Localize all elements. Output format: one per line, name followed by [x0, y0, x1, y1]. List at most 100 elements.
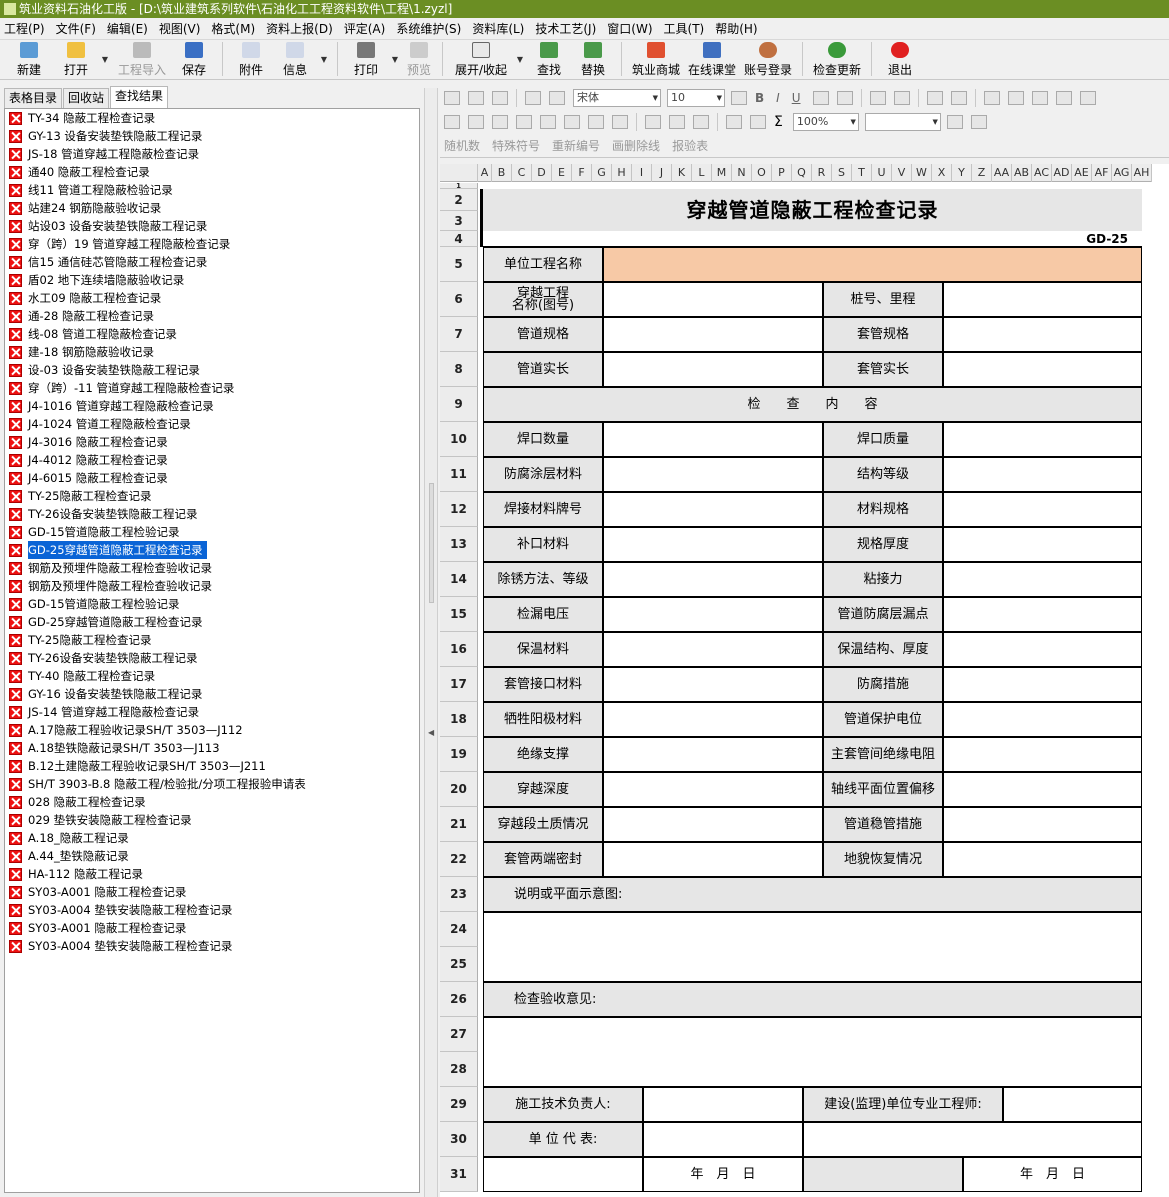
row-header-cell[interactable]: 25: [440, 947, 478, 982]
list-item[interactable]: SY03-A001 隐蔽工程检查记录: [5, 919, 419, 937]
menu-item[interactable]: 视图(V): [159, 20, 201, 37]
account-login-button[interactable]: 账号登录: [740, 40, 796, 78]
list-item[interactable]: 盾02 地下连续墙隐蔽验收记录: [5, 271, 419, 289]
plus-icon[interactable]: [869, 91, 886, 105]
column-header-cell[interactable]: C: [512, 164, 532, 182]
open-dropdown-arrow[interactable]: ▼: [98, 40, 112, 78]
row-header-cell[interactable]: 12: [440, 492, 478, 527]
border-style-select[interactable]: [864, 113, 941, 131]
spreadsheet[interactable]: A B C D E F G H I J K L M N O P Q R S T U V W X Y Z AA AB AC AD AE AF AG…: [440, 164, 1169, 1197]
form-field[interactable]: [603, 527, 823, 562]
list-item[interactable]: J4-1016 管道穿越工程隐蔽检查记录: [5, 397, 419, 415]
row-header-cell[interactable]: 28: [440, 1052, 478, 1087]
superscript-icon[interactable]: [926, 91, 943, 105]
column-header-cell[interactable]: R: [812, 164, 832, 182]
row-header-cell[interactable]: 10: [440, 422, 478, 457]
menu-item[interactable]: 系统维护(S): [396, 20, 461, 37]
tab-search-results[interactable]: 查找结果: [110, 86, 169, 108]
list-item[interactable]: 028 隐蔽工程检查记录: [5, 793, 419, 811]
list-item[interactable]: TY-25隐蔽工程检查记录: [5, 631, 419, 649]
lock-icon[interactable]: [612, 115, 628, 129]
table-icon[interactable]: [492, 115, 508, 129]
row-header-cell[interactable]: 11: [440, 457, 478, 492]
column-header-cell[interactable]: K: [672, 164, 692, 182]
column-header-cell[interactable]: Z: [972, 164, 992, 182]
delete-row-icon[interactable]: [564, 115, 580, 129]
list-item[interactable]: 建-18 钢筋隐蔽验收记录: [5, 343, 419, 361]
row-header-cell[interactable]: 14: [440, 562, 478, 597]
form-field[interactable]: [943, 422, 1142, 457]
date-mid-blank[interactable]: [803, 1157, 963, 1192]
menu-item[interactable]: 文件(F): [56, 20, 96, 37]
check-update-button[interactable]: 检查更新: [809, 40, 865, 78]
open-button[interactable]: 打开: [54, 40, 98, 78]
date-left-blank[interactable]: [483, 1157, 643, 1192]
unit-rep-field[interactable]: [643, 1122, 803, 1157]
column-header-cell[interactable]: AH: [1132, 164, 1152, 182]
form-field[interactable]: [603, 562, 823, 597]
row-header-cell[interactable]: 5: [440, 247, 478, 282]
pane-splitter[interactable]: ◀: [424, 88, 438, 1197]
list-item[interactable]: SH/T 3903-B.8 隐蔽工程/检验批/分项工程报验申请表: [5, 775, 419, 793]
row-header-cell[interactable]: 8: [440, 352, 478, 387]
expand-dropdown-arrow[interactable]: ▼: [513, 40, 527, 78]
list-item[interactable]: 站设03 设备安装垫铁隐蔽工程记录: [5, 217, 419, 235]
list-item[interactable]: J4-6015 隐蔽工程检查记录: [5, 469, 419, 487]
form-field[interactable]: [943, 492, 1142, 527]
scrollbar-thumb[interactable]: [429, 483, 434, 603]
sheet-corner[interactable]: [440, 164, 478, 182]
online-class-button[interactable]: 在线课堂: [684, 40, 740, 78]
list-item[interactable]: 设-03 设备安装垫铁隐蔽工程记录: [5, 361, 419, 379]
column-header-cell[interactable]: F: [572, 164, 592, 182]
list-item[interactable]: TY-25隐蔽工程检查记录: [5, 487, 419, 505]
list-item[interactable]: 穿（跨）-11 管道穿越工程隐蔽检查记录: [5, 379, 419, 397]
form-field[interactable]: [603, 772, 823, 807]
column-header-cell[interactable]: G: [592, 164, 612, 182]
form-field[interactable]: [943, 317, 1142, 352]
preview-button[interactable]: 预览: [402, 40, 436, 78]
insert-col-icon[interactable]: [540, 115, 556, 129]
copy-icon[interactable]: [444, 91, 460, 105]
form-field[interactable]: [943, 667, 1142, 702]
column-header-cell[interactable]: AF: [1092, 164, 1112, 182]
column-header-cell[interactable]: A: [478, 164, 492, 182]
row-header-cell[interactable]: 9: [440, 387, 478, 422]
list-item[interactable]: 029 垫铁安装隐蔽工程检查记录: [5, 811, 419, 829]
menu-item[interactable]: 帮助(H): [715, 20, 757, 37]
column-header-cell[interactable]: AB: [1012, 164, 1032, 182]
import-button[interactable]: 工程导入: [112, 40, 172, 78]
form-field[interactable]: [603, 737, 823, 772]
list-item[interactable]: J4-4012 隐蔽工程检查记录: [5, 451, 419, 469]
column-header-cell[interactable]: J: [652, 164, 672, 182]
column-header-cell[interactable]: P: [772, 164, 792, 182]
form-field[interactable]: [603, 842, 823, 877]
form-field[interactable]: [943, 842, 1142, 877]
distribute-icon[interactable]: [1079, 91, 1096, 105]
column-header-cell[interactable]: B: [492, 164, 512, 182]
menu-item[interactable]: 资料库(L): [472, 20, 524, 37]
form-field[interactable]: [943, 807, 1142, 842]
mall-button[interactable]: 筑业商城: [628, 40, 684, 78]
search-results-list[interactable]: TY-34 隐蔽工程检查记录 GY-13 设备安装垫铁隐蔽工程记录 JS-18 管道…: [4, 108, 420, 1193]
list-item[interactable]: TY-26设备安装垫铁隐蔽工程记录: [5, 505, 419, 523]
sum-button[interactable]: Σ: [774, 114, 783, 130]
row-header-cell[interactable]: 7: [440, 317, 478, 352]
row-header-cell[interactable]: 3: [440, 211, 478, 231]
col-width-icon[interactable]: [669, 115, 685, 129]
list-item[interactable]: JS-18 管道穿越工程隐蔽检查记录: [5, 145, 419, 163]
list-item[interactable]: 水工09 隐蔽工程检查记录: [5, 289, 419, 307]
row-header-cell[interactable]: 24: [440, 912, 478, 947]
row-header-cell[interactable]: 26: [440, 982, 478, 1017]
row-header-cell[interactable]: 30: [440, 1122, 478, 1157]
cut-icon[interactable]: [468, 91, 484, 105]
list-item[interactable]: B.12土建隐蔽工程验收记录SH/T 3503—J211: [5, 757, 419, 775]
list-item[interactable]: TY-26设备安装垫铁隐蔽工程记录: [5, 649, 419, 667]
row-header-cell[interactable]: 19: [440, 737, 478, 772]
image-icon[interactable]: [726, 115, 742, 129]
description-field[interactable]: [483, 912, 1142, 982]
formula-icon[interactable]: [750, 115, 766, 129]
paste-icon[interactable]: [492, 91, 508, 105]
list-item[interactable]: A.18_隐蔽工程记录: [5, 829, 419, 847]
list-item[interactable]: 线-08 管道工程隐蔽检查记录: [5, 325, 419, 343]
unit-name-field[interactable]: [603, 247, 1142, 282]
